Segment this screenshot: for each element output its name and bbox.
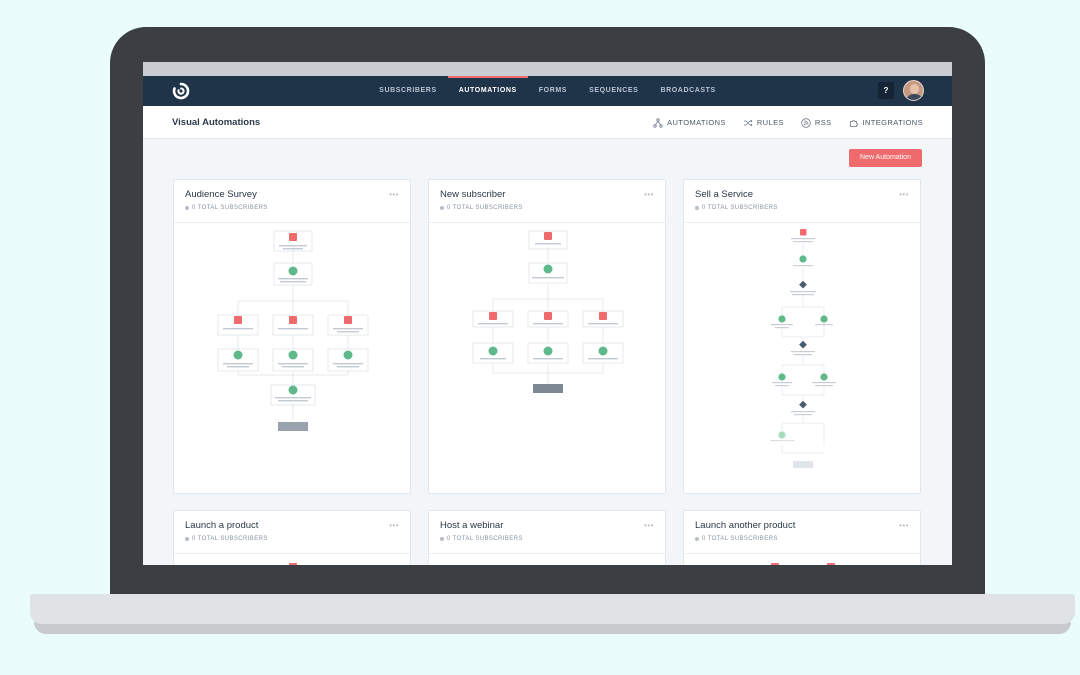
automation-card-new-subscriber[interactable]: New subscriber 0 TOTAL SUBSCRIBERS ••• <box>428 179 666 494</box>
card-title: Host a webinar <box>440 520 504 531</box>
nav-tab-automations[interactable]: AUTOMATIONS <box>447 76 528 106</box>
card-subtitle-text: 0 TOTAL SUBSCRIBERS <box>447 205 523 211</box>
card-subtitle-text: 0 TOTAL SUBSCRIBERS <box>192 205 268 211</box>
page-title: Visual Automations <box>172 117 261 128</box>
card-title: Audience Survey <box>185 189 257 200</box>
automation-card-launch-a-product[interactable]: Launch a product 0 TOTAL SUBSCRIBERS ••• <box>173 510 411 565</box>
card-subtitle-text: 0 TOTAL SUBSCRIBERS <box>702 536 778 542</box>
nav-tab-forms[interactable]: FORMS <box>528 76 578 106</box>
card-header: New subscriber 0 TOTAL SUBSCRIBERS ••• <box>429 180 665 223</box>
card-subtitle: 0 TOTAL SUBSCRIBERS <box>695 536 778 542</box>
card-title: Sell a Service <box>695 189 754 200</box>
automation-card-sell-a-service[interactable]: Sell a Service 0 TOTAL SUBSCRIBERS ••• <box>683 179 921 494</box>
card-header: Sell a Service 0 TOTAL SUBSCRIBERS ••• <box>684 180 920 223</box>
nav-tab-sequences[interactable]: SEQUENCES <box>578 76 649 106</box>
nav-tabs: SUBSCRIBERS AUTOMATIONS FORMS SEQUENCES … <box>143 76 952 106</box>
subnav-rss-label: RSS <box>814 118 832 127</box>
automation-flow-diagram <box>217 230 369 431</box>
card-title: New subscriber <box>440 189 506 200</box>
card-menu-icon[interactable]: ••• <box>899 521 909 530</box>
card-subtitle: 0 TOTAL SUBSCRIBERS <box>185 205 268 211</box>
new-automation-button[interactable]: New Automation <box>849 149 922 167</box>
dot-icon <box>440 206 444 210</box>
card-subtitle-text: 0 TOTAL SUBSCRIBERS <box>192 536 268 542</box>
help-button[interactable]: ? <box>878 82 894 99</box>
card-subtitle: 0 TOTAL SUBSCRIBERS <box>185 536 268 542</box>
automations-icon <box>653 117 663 128</box>
automation-card-launch-another-product[interactable]: Launch another product 0 TOTAL SUBSCRIBE… <box>683 510 921 565</box>
nav-tab-broadcasts[interactable]: BROADCASTS <box>649 76 726 106</box>
dot-icon <box>695 206 699 210</box>
laptop-base <box>30 594 1075 624</box>
subnav-rules-label: RULES <box>756 118 784 127</box>
dot-icon <box>440 537 444 541</box>
card-menu-icon[interactable]: ••• <box>389 521 399 530</box>
card-subtitle: 0 TOTAL SUBSCRIBERS <box>440 536 523 542</box>
card-title: Launch another product <box>695 520 796 531</box>
card-header: Audience Survey 0 TOTAL SUBSCRIBERS ••• <box>174 180 410 223</box>
automation-flow-diagram <box>472 230 624 393</box>
card-subtitle-text: 0 TOTAL SUBSCRIBERS <box>447 536 523 542</box>
avatar[interactable] <box>903 80 924 101</box>
automation-card-host-a-webinar[interactable]: Host a webinar 0 TOTAL SUBSCRIBERS ••• <box>428 510 666 565</box>
automation-flow-diagram <box>289 563 297 565</box>
card-header: Launch another product 0 TOTAL SUBSCRIBE… <box>684 511 920 554</box>
subnav-automations[interactable]: AUTOMATIONS <box>653 117 726 128</box>
card-header: Host a webinar 0 TOTAL SUBSCRIBERS ••• <box>429 511 665 554</box>
subnav-integrations-label: INTEGRATIONS <box>862 118 923 127</box>
automation-card-audience-survey[interactable]: Audience Survey 0 TOTAL SUBSCRIBERS ••• <box>173 179 411 494</box>
sub-header: Visual Automations AUTOMATIONS RULES RSS… <box>143 106 952 139</box>
sub-nav: AUTOMATIONS RULES RSS INTEGRATIONS <box>653 106 923 139</box>
subnav-rss[interactable]: RSS <box>801 117 832 128</box>
nav-tab-subscribers[interactable]: SUBSCRIBERS <box>368 76 448 106</box>
card-header: Launch a product 0 TOTAL SUBSCRIBERS ••• <box>174 511 410 554</box>
card-subtitle-text: 0 TOTAL SUBSCRIBERS <box>702 205 778 211</box>
automation-flow-diagram <box>771 563 835 565</box>
subnav-automations-label: AUTOMATIONS <box>667 118 726 127</box>
app-screen: SUBSCRIBERS AUTOMATIONS FORMS SEQUENCES … <box>143 62 952 565</box>
rss-icon <box>801 117 811 128</box>
automation-flow-diagram <box>770 229 836 468</box>
shuffle-icon <box>743 119 753 126</box>
puzzle-icon <box>849 119 858 127</box>
card-menu-icon[interactable]: ••• <box>389 190 399 199</box>
top-nav: SUBSCRIBERS AUTOMATIONS FORMS SEQUENCES … <box>143 76 952 106</box>
card-subtitle: 0 TOTAL SUBSCRIBERS <box>695 205 778 211</box>
dot-icon <box>695 537 699 541</box>
subnav-rules[interactable]: RULES <box>743 118 784 128</box>
card-title: Launch a product <box>185 520 259 531</box>
subnav-integrations[interactable]: INTEGRATIONS <box>849 118 924 128</box>
dot-icon <box>185 537 189 541</box>
card-subtitle: 0 TOTAL SUBSCRIBERS <box>440 205 523 211</box>
card-menu-icon[interactable]: ••• <box>644 521 654 530</box>
card-menu-icon[interactable]: ••• <box>899 190 909 199</box>
browser-strip <box>143 62 952 76</box>
card-menu-icon[interactable]: ••• <box>644 190 654 199</box>
dot-icon <box>185 206 189 210</box>
